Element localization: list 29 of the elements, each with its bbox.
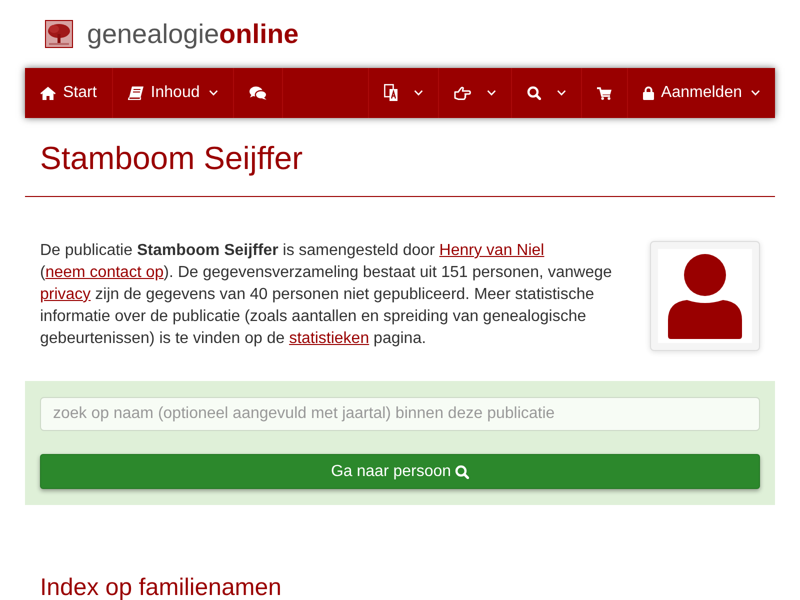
nav-link[interactable]: Inhoud — [112, 68, 234, 118]
intro-paragraph: De publicatie Stamboom Seijffer is samengesteld door Henry van Niel (neem contact op). De gegevensverzameling bestaat uit 151 personen, vanwege privacy zijn de gegevens van 40 personen niet gepubliceerd. Meer statistische informatie over de publicatie (zoals aantallen en spreiding van genealogische gebeurtenissen) is te vinden op de statistieken pagina. — [40, 241, 613, 349]
text-link[interactable]: Henry van Niel — [439, 242, 544, 259]
text-link[interactable]: privacy — [40, 286, 91, 303]
text-link[interactable]: neem contact op — [45, 264, 164, 281]
search-icon — [455, 464, 470, 478]
home-icon — [40, 86, 56, 100]
nav-link[interactable]: Aanmelden — [627, 68, 775, 118]
caret-icon — [557, 90, 566, 96]
cart-icon — [597, 86, 612, 100]
tree-logo-icon[interactable] — [45, 20, 73, 48]
section-heading: Index op familienamen — [40, 575, 282, 600]
lock-icon — [643, 86, 654, 100]
page-title: Stamboom Seijffer — [40, 141, 304, 176]
caret-icon — [751, 90, 760, 96]
book-icon — [128, 86, 144, 100]
text-link[interactable]: statistieken — [289, 330, 370, 347]
translate-icon — [384, 84, 398, 102]
caret-icon — [487, 90, 496, 96]
site-logo-text[interactable]: genealogieonline — [87, 20, 299, 48]
caret-icon — [208, 90, 218, 96]
search-icon — [527, 86, 542, 100]
pointing-hand-icon — [454, 86, 472, 100]
caret-icon — [414, 90, 424, 96]
search-button[interactable]: Ga naar persoon — [40, 454, 760, 489]
nav-link[interactable]: Start — [25, 68, 113, 118]
person-icon — [658, 249, 752, 343]
search-field[interactable]: zoek op naam (optioneel aangevuld met jaartal) binnen deze publicatie — [40, 397, 760, 431]
chat-icon — [248, 86, 267, 100]
